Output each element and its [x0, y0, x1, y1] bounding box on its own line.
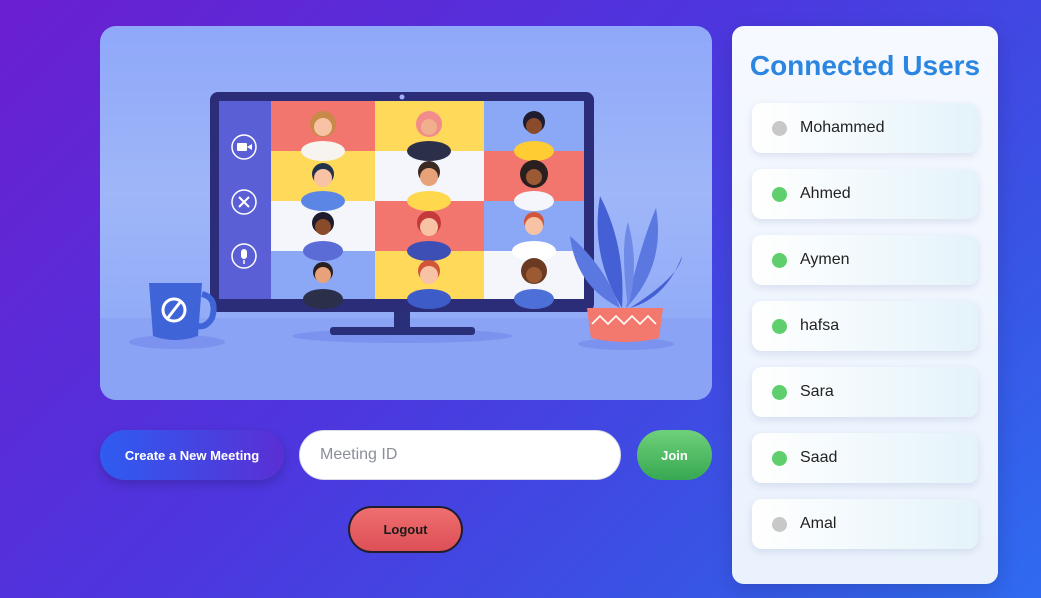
user-name: Ahmed — [800, 185, 851, 202]
status-dot — [772, 516, 787, 532]
user-name: Aymen — [800, 251, 850, 268]
user-list: Mohammed Ahmed Aymen hafsa Sara Saad Ama… — [752, 103, 978, 565]
status-dot — [772, 120, 787, 136]
user-name: Amal — [800, 515, 837, 532]
illustration-svg — [100, 92, 712, 400]
status-dot — [772, 384, 787, 400]
meeting-id-input[interactable] — [299, 430, 621, 480]
status-dot — [772, 318, 787, 334]
connected-users-panel: Connected Users Mohammed Ahmed Aymen haf… — [732, 26, 998, 584]
user-item[interactable]: hafsa — [752, 301, 978, 351]
user-item[interactable]: Aymen — [752, 235, 978, 285]
user-item[interactable]: Saad — [752, 433, 978, 483]
video-conference-illustration — [100, 26, 712, 400]
user-item[interactable]: Sara — [752, 367, 978, 417]
webcam — [399, 94, 405, 100]
status-dot — [772, 450, 787, 466]
user-item[interactable]: Amal — [752, 499, 978, 549]
logout-button[interactable]: Logout — [348, 506, 463, 553]
user-name: hafsa — [800, 317, 840, 334]
status-dot — [772, 186, 787, 202]
monitor-base — [330, 327, 475, 335]
user-item[interactable]: Mohammed — [752, 103, 978, 153]
user-name: Sara — [800, 383, 834, 400]
user-item[interactable]: Ahmed — [752, 169, 978, 219]
join-button[interactable]: Join — [637, 430, 712, 480]
status-dot — [772, 252, 787, 268]
create-meeting-button[interactable]: Create a New Meeting — [100, 430, 284, 480]
panel-title: Connected Users — [749, 50, 981, 81]
user-name: Saad — [800, 449, 838, 466]
user-name: Mohammed — [800, 119, 885, 136]
